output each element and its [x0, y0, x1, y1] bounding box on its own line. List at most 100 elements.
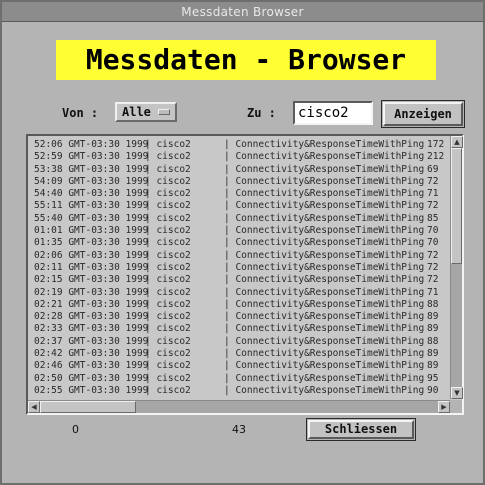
row-value: 69	[427, 163, 439, 175]
row-test: | Connectivity&ResponseTimeWithPing	[224, 151, 425, 163]
list-item[interactable]: 02:19 GMT-03:30 1999 | cisco2 | Connectivi…	[28, 287, 450, 299]
row-timestamp: 01:01 GMT-03:30 1999	[34, 225, 149, 237]
list-item[interactable]: 02:21 GMT-03:30 1999 | cisco2 | Connectivi…	[28, 299, 450, 311]
list-item[interactable]: 55:40 GMT-03:30 1999 | cisco2 | Connectivi…	[28, 213, 450, 225]
row-device: | cisco2	[145, 261, 191, 273]
row-test: | Connectivity&ResponseTimeWithPing	[224, 225, 425, 237]
row-timestamp: 02:50 GMT-03:30 1999	[34, 372, 149, 384]
row-test: | Connectivity&ResponseTimeWithPing	[224, 348, 425, 360]
list-item[interactable]: 02:37 GMT-03:30 1999 | cisco2 | Connectivi…	[28, 336, 450, 348]
scroll-right-arrow-icon[interactable]: ▶	[438, 401, 450, 413]
row-test: | Connectivity&ResponseTimeWithPing	[224, 323, 425, 335]
row-value: 89	[427, 311, 439, 323]
row-value: 71	[427, 286, 439, 298]
row-test: | Connectivity&ResponseTimeWithPing	[224, 384, 425, 396]
list-item[interactable]: 02:46 GMT-03:30 1999 | cisco2 | Connectivi…	[28, 360, 450, 372]
row-timestamp: 02:06 GMT-03:30 1999	[34, 249, 149, 261]
row-timestamp: 02:42 GMT-03:30 1999	[34, 348, 149, 360]
row-value: 72	[427, 249, 439, 261]
list-item[interactable]: 53:38 GMT-03:30 1999 | cisco2 | Connectivi…	[28, 164, 450, 176]
row-device: | cisco2	[145, 200, 191, 212]
row-device: | cisco2	[145, 212, 191, 224]
row-test: | Connectivity&ResponseTimeWithPing	[224, 175, 425, 187]
row-value: 89	[427, 348, 439, 360]
to-input[interactable]	[293, 101, 373, 125]
row-device: | cisco2	[145, 286, 191, 298]
row-device: | cisco2	[145, 274, 191, 286]
row-timestamp: 02:28 GMT-03:30 1999	[34, 311, 149, 323]
list-item[interactable]: 02:06 GMT-03:30 1999 | cisco2 | Connectivi…	[28, 250, 450, 262]
list-item[interactable]: 01:01 GMT-03:30 1999 | cisco2 | Connectivi…	[28, 225, 450, 237]
row-device: | cisco2	[145, 384, 191, 396]
banner-title: Messdaten - Browser	[56, 40, 436, 80]
row-timestamp: 02:55 GMT-03:30 1999	[34, 384, 149, 396]
list-item[interactable]: 54:40 GMT-03:30 1999 | cisco2 | Connectivi…	[28, 188, 450, 200]
horizontal-scroll-thumb[interactable]	[40, 401, 136, 413]
list-item[interactable]: 02:33 GMT-03:30 1999 | cisco2 | Connectivi…	[28, 323, 450, 335]
row-device: | cisco2	[145, 225, 191, 237]
list-item[interactable]: 02:50 GMT-03:30 1999 | cisco2 | Connectivi…	[28, 373, 450, 385]
list-item[interactable]: 55:11 GMT-03:30 1999 | cisco2 | Connectivi…	[28, 200, 450, 212]
list-item[interactable]: 02:28 GMT-03:30 1999 | cisco2 | Connectivi…	[28, 311, 450, 323]
row-device: | cisco2	[145, 249, 191, 261]
row-test: | Connectivity&ResponseTimeWithPing	[224, 200, 425, 212]
row-value: 72	[427, 175, 439, 187]
row-test: | Connectivity&ResponseTimeWithPing	[224, 286, 425, 298]
row-timestamp: 52:06 GMT-03:30 1999	[34, 139, 149, 150]
scroll-down-arrow-icon[interactable]: ▼	[451, 387, 463, 399]
show-button[interactable]: Anzeigen	[383, 102, 463, 126]
horizontal-scrollbar[interactable]: ◀ ▶	[28, 400, 450, 413]
window-title: Messdaten Browser	[2, 2, 483, 22]
scroll-corner	[450, 400, 462, 413]
row-device: | cisco2	[145, 139, 191, 150]
row-value: 70	[427, 237, 439, 249]
row-value: 72	[427, 274, 439, 286]
results-rows: 52:06 GMT-03:30 1999 | cisco2 | Connectivi…	[28, 136, 450, 397]
row-value: 90	[427, 384, 439, 396]
option-menu-indicator-icon	[158, 109, 170, 115]
row-device: | cisco2	[145, 323, 191, 335]
list-item[interactable]: 02:11 GMT-03:30 1999 | cisco2 | Connectivi…	[28, 262, 450, 274]
row-device: | cisco2	[145, 237, 191, 249]
row-device: | cisco2	[145, 151, 191, 163]
from-select[interactable]: Alle	[115, 102, 177, 122]
status-left-value: 0	[72, 423, 79, 436]
row-value: 88	[427, 298, 439, 310]
row-test: | Connectivity&ResponseTimeWithPing	[224, 360, 425, 372]
row-device: | cisco2	[145, 188, 191, 200]
row-value: 70	[427, 225, 439, 237]
list-item[interactable]: 02:42 GMT-03:30 1999 | cisco2 | Connectivi…	[28, 348, 450, 360]
list-item[interactable]: 01:35 GMT-03:30 1999 | cisco2 | Connectivi…	[28, 237, 450, 249]
row-value: 85	[427, 212, 439, 224]
close-button[interactable]: Schliessen	[308, 420, 414, 439]
record-count: 43	[232, 423, 246, 436]
vertical-scroll-thumb[interactable]	[451, 148, 462, 264]
from-label: Von :	[62, 106, 99, 120]
row-test: | Connectivity&ResponseTimeWithPing	[224, 335, 425, 347]
row-device: | cisco2	[145, 311, 191, 323]
list-item[interactable]: 54:09 GMT-03:30 1999 | cisco2 | Connectivi…	[28, 176, 450, 188]
row-value: 172	[427, 139, 445, 150]
scroll-left-arrow-icon[interactable]: ◀	[28, 401, 40, 413]
list-item[interactable]: 02:55 GMT-03:30 1999 | cisco2 | Connectivi…	[28, 385, 450, 397]
row-device: | cisco2	[145, 298, 191, 310]
row-test: | Connectivity&ResponseTimeWithPing	[224, 372, 425, 384]
row-test: | Connectivity&ResponseTimeWithPing	[224, 163, 425, 175]
to-label: Zu :	[247, 106, 276, 120]
results-list[interactable]: 52:06 GMT-03:30 1999 | cisco2 | Connectivi…	[26, 134, 464, 415]
list-item[interactable]: 52:59 GMT-03:30 1999 | cisco2 | Connectivi…	[28, 151, 450, 163]
row-timestamp: 54:40 GMT-03:30 1999	[34, 188, 149, 200]
row-value: 72	[427, 200, 439, 212]
vertical-scrollbar[interactable]: ▲ ▼	[450, 136, 463, 399]
row-test: | Connectivity&ResponseTimeWithPing	[224, 261, 425, 273]
row-timestamp: 54:09 GMT-03:30 1999	[34, 175, 149, 187]
row-value: 89	[427, 323, 439, 335]
scroll-up-arrow-icon[interactable]: ▲	[451, 136, 463, 148]
row-value: 89	[427, 360, 439, 372]
list-item[interactable]: 52:06 GMT-03:30 1999 | cisco2 | Connectivi…	[28, 139, 450, 151]
row-timestamp: 02:33 GMT-03:30 1999	[34, 323, 149, 335]
list-item[interactable]: 02:15 GMT-03:30 1999 | cisco2 | Connectivi…	[28, 274, 450, 286]
row-value: 88	[427, 335, 439, 347]
row-device: | cisco2	[145, 175, 191, 187]
row-test: | Connectivity&ResponseTimeWithPing	[224, 188, 425, 200]
